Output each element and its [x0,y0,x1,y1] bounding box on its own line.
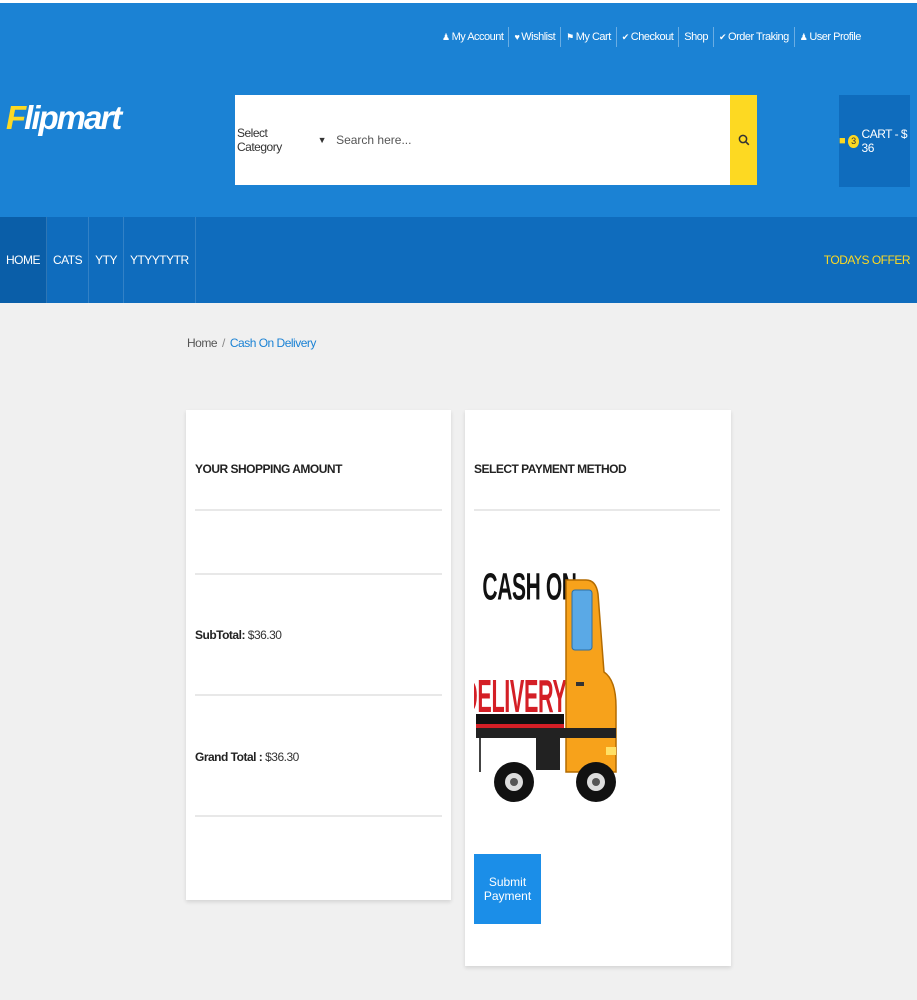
breadcrumb-current: Cash On Delivery [229,336,317,350]
subtotal-label: SubTotal: [195,628,245,642]
search-input[interactable] [334,132,757,148]
nav-item-home[interactable]: HOME [0,217,47,303]
check-icon: ✔ [621,31,630,42]
nav-item-cats[interactable]: CATS [47,217,90,303]
subtotal-line: SubTotal: $36.30 [195,628,282,642]
user-icon: ♟ [442,31,450,42]
order-tracking-label: Order Traking [728,31,789,43]
cash-on-delivery-truck-image[interactable]: CASH ON DELIVERY [474,532,620,822]
search-bar: Select Category ▼ [235,95,757,185]
breadcrumb-separator: / [222,336,225,350]
search-icon [738,134,749,146]
wishlist-label: Wishlist [521,31,556,43]
todays-offer-link[interactable]: TODAYS OFFER [824,217,911,303]
shop-link[interactable]: Shop [679,27,714,47]
user-profile-label: User Profile [809,31,861,43]
grand-total-line: Grand Total : $36.30 [195,750,299,764]
cash-on-text: CASH ON [482,566,576,608]
logo-first-letter: F [6,99,26,136]
divider [195,509,442,511]
subtotal-value: $36.30 [247,628,282,642]
main-nav: HOME CATS YTY YTYYTYTR TODAYS OFFER [0,217,917,303]
my-account-link[interactable]: ♟ My Account [437,27,510,47]
checkout-label: Checkout [630,31,674,43]
divider [195,815,442,817]
check-icon: ✔ [718,31,727,42]
divider [474,509,720,511]
shopping-amount-card: YOUR SHOPPING AMOUNT SubTotal: $36.30 Gr… [186,410,451,900]
logo-rest: lipmart [24,99,122,136]
order-tracking-link[interactable]: ✔ Order Traking [714,27,795,47]
category-select-label: Select Category [237,126,282,154]
my-cart-link[interactable]: ⚑ My Cart [561,27,617,47]
site-logo[interactable]: Flipmart [6,99,122,137]
cart-label: CART - $ 36 [861,127,908,155]
nav-item-yty[interactable]: YTY [89,217,124,303]
grand-total-label: Grand Total : [195,750,263,764]
cart-button[interactable]: ■ 3 CART - $ 36 [839,95,910,187]
cart-count-badge: 3 [848,134,859,148]
divider [195,694,442,696]
shopping-amount-title: YOUR SHOPPING AMOUNT [195,462,342,476]
category-select[interactable]: Select Category ▼ [237,126,327,154]
shopping-bag-icon: ■ [839,135,846,147]
grand-total-value: $36.30 [265,750,299,764]
heart-icon: ♥ [514,32,520,42]
shop-label: Shop [684,31,708,43]
divider [195,573,442,575]
site-header: ♟ My Account ♥ Wishlist ⚑ My Cart ✔ Chec… [0,0,917,217]
search-button[interactable] [730,95,757,185]
my-cart-label: My Cart [575,31,612,43]
breadcrumb-home[interactable]: Home [187,336,218,350]
top-links: ♟ My Account ♥ Wishlist ⚑ My Cart ✔ Chec… [437,27,866,47]
submit-payment-button[interactable]: Submit Payment [474,854,541,924]
user-profile-link[interactable]: ♟ User Profile [795,27,866,47]
checkout-link[interactable]: ✔ Checkout [617,27,680,47]
user-icon: ♟ [799,31,808,42]
chevron-down-icon: ▼ [317,135,327,145]
wishlist-link[interactable]: ♥ Wishlist [509,27,562,47]
my-account-label: My Account [451,31,504,43]
cart-icon: ⚑ [566,31,574,42]
nav-item-ytyytytr[interactable]: YTYYTYTR [124,217,196,303]
breadcrumb: Home / Cash On Delivery [187,336,316,350]
payment-method-title: SELECT PAYMENT METHOD [474,462,627,476]
payment-method-card: SELECT PAYMENT METHOD CASH ON DELIVERY S… [465,410,731,966]
